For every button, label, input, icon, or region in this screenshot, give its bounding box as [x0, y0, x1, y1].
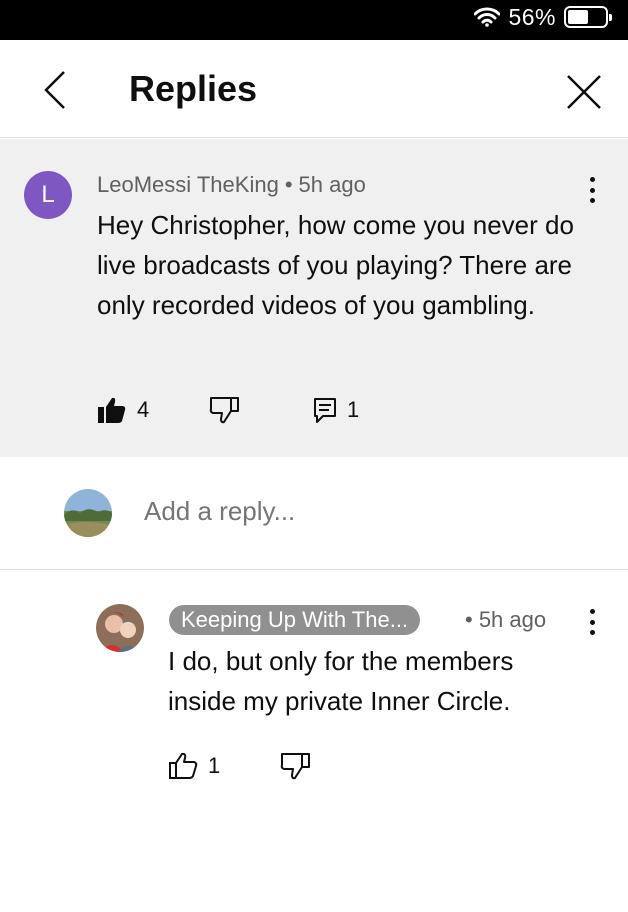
- dislike-button[interactable]: [209, 395, 239, 425]
- battery-fill: [568, 10, 589, 24]
- user-avatar[interactable]: [64, 489, 112, 537]
- landscape-avatar-image: [64, 489, 112, 537]
- reply-text: I do, but only for the members inside my…: [168, 646, 514, 716]
- page-title: Replies: [129, 68, 258, 109]
- thumbs-up-filled-icon: [98, 397, 126, 423]
- comment-time: 5h ago: [298, 172, 366, 197]
- like-count: 4: [137, 397, 150, 422]
- close-button[interactable]: [562, 70, 606, 114]
- comment-icon: [314, 398, 336, 423]
- reply-actions: 1: [168, 751, 368, 781]
- header: Replies: [0, 40, 628, 138]
- reply-time: • 5h ago: [465, 607, 547, 632]
- thumbs-down-icon: [209, 397, 239, 424]
- reply-count: 1: [347, 397, 360, 422]
- meta-separator: •: [284, 172, 293, 197]
- thumbs-down-icon: [280, 753, 310, 780]
- battery-icon: [564, 6, 612, 28]
- comment-actions: 4 1: [97, 395, 497, 425]
- comment-meta: LeoMessi TheKing • 5h ago: [97, 172, 366, 198]
- reply-comment: Keeping Up With The... • 5h ago I do, bu…: [0, 571, 628, 912]
- back-button[interactable]: [34, 66, 78, 114]
- reply-avatar[interactable]: [96, 604, 144, 652]
- reply-author-chip[interactable]: Keeping Up With The...: [169, 605, 421, 635]
- avatar[interactable]: L: [24, 171, 72, 219]
- chevron-left-icon: [44, 71, 65, 109]
- thumbs-up-icon: [169, 752, 198, 779]
- status-bar: 56%: [0, 0, 628, 40]
- comment-text: Hey Christopher, how come you never do l…: [97, 210, 574, 320]
- add-reply-section: [0, 458, 628, 570]
- reply-like-button[interactable]: 1: [168, 751, 220, 781]
- reply-like-count: 1: [208, 753, 221, 778]
- comment-author[interactable]: LeoMessi TheKing: [97, 172, 279, 197]
- reply-more-options-button[interactable]: [578, 607, 606, 637]
- battery-percent: 56%: [508, 3, 556, 30]
- people-avatar-image: [96, 604, 144, 652]
- wifi-icon: [474, 7, 501, 27]
- add-reply-input[interactable]: [144, 496, 564, 527]
- like-button[interactable]: 4: [97, 395, 149, 425]
- replies-button[interactable]: 1: [313, 395, 359, 425]
- status-indicators: 56%: [474, 3, 612, 30]
- more-options-button[interactable]: [578, 175, 606, 205]
- close-icon: [567, 75, 601, 109]
- parent-comment: L LeoMessi TheKing • 5h ago Hey Christophe…: [0, 139, 628, 457]
- reply-dislike-button[interactable]: [280, 751, 310, 781]
